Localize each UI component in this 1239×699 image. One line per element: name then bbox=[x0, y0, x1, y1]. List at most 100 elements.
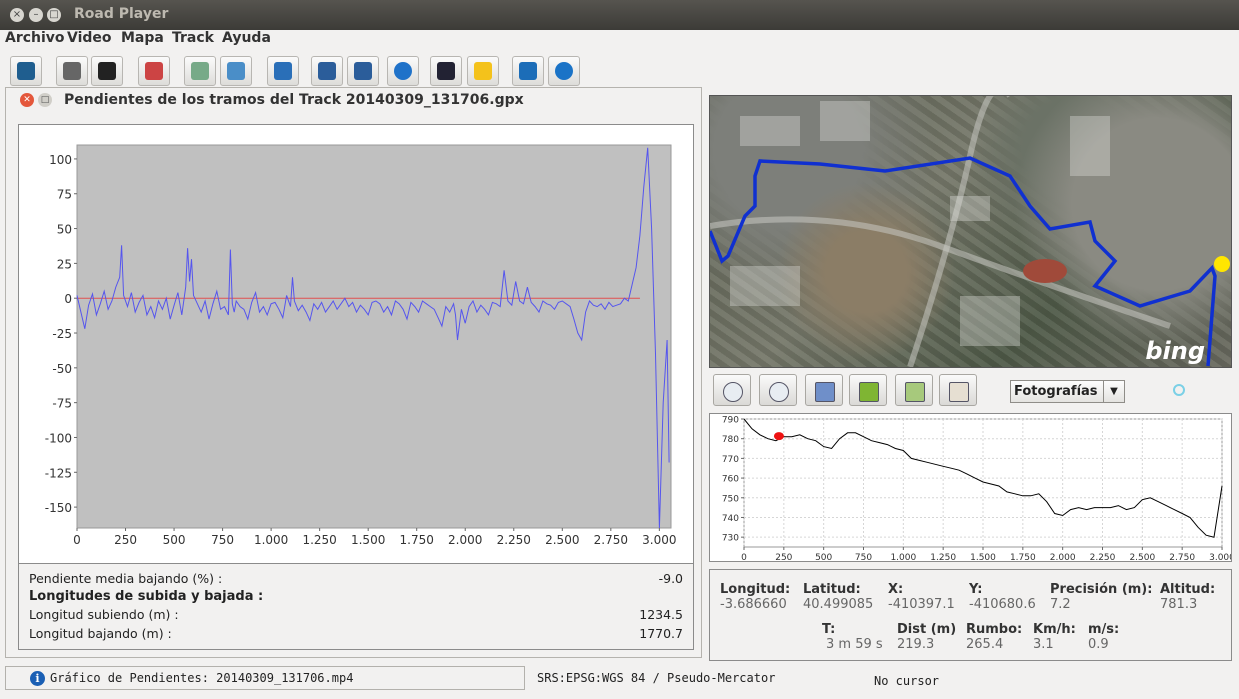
pen-icon bbox=[437, 62, 455, 80]
x-tick-label: 250 bbox=[114, 533, 137, 547]
save-as-icon bbox=[354, 62, 372, 80]
x-tick-label: 2.500 bbox=[1129, 553, 1155, 561]
window-titlebar: × – □ Road Player bbox=[0, 0, 1239, 30]
database-add-button[interactable] bbox=[184, 56, 216, 86]
map-button[interactable] bbox=[939, 374, 977, 406]
x-tick-label: 2.000 bbox=[448, 533, 482, 547]
y-tick-label: 750 bbox=[722, 494, 739, 504]
info-button[interactable] bbox=[548, 56, 580, 86]
region-map-icon bbox=[905, 382, 925, 402]
layers-icon bbox=[227, 62, 245, 80]
y-label: Y: bbox=[969, 582, 983, 597]
slope-chart-window: ✕ □ Pendientes de los tramos del Track 2… bbox=[5, 87, 702, 658]
zoom-out-icon bbox=[769, 382, 789, 402]
camera-icon bbox=[63, 62, 81, 80]
y-tick-label: 760 bbox=[722, 475, 739, 485]
menu-mapa[interactable]: Mapa bbox=[121, 30, 164, 46]
chevron-down-icon[interactable]: ▼ bbox=[1103, 381, 1124, 402]
slope-stats: Pendiente media bajando (%) : -9.0 Longit… bbox=[18, 564, 694, 650]
window-title: Road Player bbox=[74, 6, 169, 22]
building-block bbox=[740, 116, 800, 146]
altitud-label: Altitud: bbox=[1160, 582, 1216, 597]
menu-track[interactable]: Track bbox=[172, 30, 214, 46]
region-map-button[interactable] bbox=[895, 374, 933, 406]
longitud-value: -3.686660 bbox=[720, 597, 787, 612]
position-marker bbox=[1214, 256, 1230, 272]
sports-track bbox=[1023, 259, 1067, 283]
spain-map-button[interactable] bbox=[849, 374, 887, 406]
pen-button[interactable] bbox=[430, 56, 462, 86]
y-tick-label: 770 bbox=[722, 455, 739, 465]
y-tick-label: -100 bbox=[45, 431, 72, 445]
building-block bbox=[960, 296, 1020, 346]
save-button[interactable] bbox=[311, 56, 343, 86]
film-button[interactable] bbox=[91, 56, 123, 86]
x-tick-label: 0 bbox=[73, 533, 81, 547]
slope-chart-svg: 1007550250-25-50-75-100-125-1500 250 500 75… bbox=[45, 144, 677, 547]
maximize-icon[interactable]: □ bbox=[38, 93, 52, 107]
zoom-in-button[interactable] bbox=[713, 374, 751, 406]
y-tick-label: -25 bbox=[52, 327, 72, 341]
close-window-button[interactable]: × bbox=[10, 8, 24, 22]
info-icon: i bbox=[30, 671, 45, 686]
x-tick-label: 750 bbox=[211, 533, 234, 547]
latitud-label: Latitud: bbox=[803, 582, 861, 597]
help-book-button[interactable] bbox=[512, 56, 544, 86]
menu-ayuda[interactable]: Ayuda bbox=[222, 30, 271, 46]
loading-spinner-icon bbox=[1173, 384, 1185, 396]
waypoint-sign-icon bbox=[474, 62, 492, 80]
current-position-point bbox=[773, 432, 784, 441]
open-video-icon bbox=[17, 62, 35, 80]
save-as-button[interactable] bbox=[347, 56, 379, 86]
speed-kmh-value: 3.1 bbox=[1033, 637, 1054, 652]
status-message: Gráfico de Pendientes: 20140309_131706.m… bbox=[50, 671, 354, 685]
y-value: -410680.6 bbox=[969, 597, 1036, 612]
slope-window-title: Pendientes de los tramos del Track 20140… bbox=[64, 92, 524, 108]
x-tick-label: 2.000 bbox=[1050, 553, 1076, 561]
x-tick-label: 2.250 bbox=[1090, 553, 1116, 561]
map-overlay bbox=[710, 96, 1230, 367]
open-video-button[interactable] bbox=[10, 56, 42, 86]
camera-button[interactable] bbox=[56, 56, 88, 86]
y-tick-label: -75 bbox=[52, 397, 72, 411]
altitud-value: 781.3 bbox=[1160, 597, 1198, 612]
down-length-label: Longitud bajando (m) : bbox=[29, 626, 172, 641]
map-layer-select[interactable]: Fotografías ▼ bbox=[1010, 380, 1125, 403]
maximize-window-button[interactable]: □ bbox=[47, 8, 61, 22]
precision-label: Precisión (m): bbox=[1050, 582, 1153, 597]
x-label: X: bbox=[888, 582, 904, 597]
down-length-value: 1770.7 bbox=[639, 626, 683, 641]
menu-video[interactable]: Video bbox=[67, 30, 112, 46]
x-tick-label: 250 bbox=[775, 553, 792, 561]
x-tick-label: 1.500 bbox=[351, 533, 385, 547]
y-tick-label: -50 bbox=[52, 362, 72, 376]
x-tick-label: 500 bbox=[163, 533, 186, 547]
database-add-icon bbox=[191, 62, 209, 80]
pan-button[interactable] bbox=[805, 374, 843, 406]
zoom-out-button[interactable] bbox=[759, 374, 797, 406]
status-message-box: i Gráfico de Pendientes: 20140309_131706… bbox=[5, 666, 525, 690]
menu-archivo[interactable]: Archivo bbox=[5, 30, 65, 46]
layers-button[interactable] bbox=[220, 56, 252, 86]
waypoint-sign-button[interactable] bbox=[467, 56, 499, 86]
chart-button[interactable] bbox=[267, 56, 299, 86]
zoom-in-icon bbox=[723, 382, 743, 402]
x-tick-label: 1.500 bbox=[970, 553, 996, 561]
toolbar bbox=[0, 52, 1239, 88]
mean-down-label: Pendiente media bajando (%) : bbox=[29, 571, 223, 586]
map-pin-button[interactable] bbox=[138, 56, 170, 86]
globe-button[interactable] bbox=[387, 56, 419, 86]
y-tick-label: -150 bbox=[45, 501, 72, 515]
y-tick-label: 780 bbox=[722, 435, 739, 445]
y-tick-label: 730 bbox=[722, 534, 739, 544]
close-icon[interactable]: ✕ bbox=[20, 93, 34, 107]
altitude-chart-svg: 790 780 770 760 750 740 730 0 250 500 750 1.000 1.25… bbox=[722, 416, 1235, 564]
x-tick-label: 3.000 bbox=[1209, 553, 1231, 561]
minimize-window-button[interactable]: – bbox=[29, 8, 43, 22]
x-tick-label: 3.000 bbox=[642, 533, 676, 547]
x-tick-label: 1.750 bbox=[1010, 553, 1036, 561]
heading-value: 265.4 bbox=[966, 637, 1004, 652]
building-block bbox=[730, 266, 800, 306]
satellite-map[interactable]: bing bbox=[709, 95, 1232, 368]
save-icon bbox=[318, 62, 336, 80]
